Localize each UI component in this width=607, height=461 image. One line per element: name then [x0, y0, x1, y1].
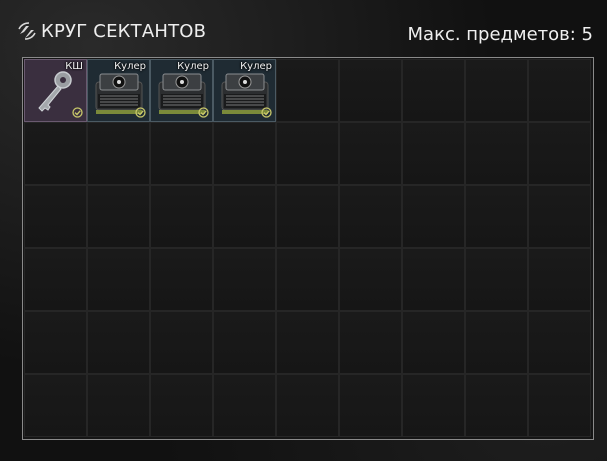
inventory-grid: КШ Кулер Кулер Кулер [24, 59, 591, 437]
empty-slot[interactable] [402, 248, 465, 311]
empty-slot[interactable] [402, 311, 465, 374]
empty-slot[interactable] [465, 122, 528, 185]
empty-slot[interactable] [276, 374, 339, 437]
empty-slot[interactable] [276, 122, 339, 185]
empty-slot[interactable] [402, 122, 465, 185]
empty-slot[interactable] [276, 59, 339, 122]
empty-slot[interactable] [528, 311, 591, 374]
max-items-counter: Макс. предметов: 5 [407, 24, 593, 45]
empty-slot[interactable] [402, 374, 465, 437]
item-slot[interactable]: Кулер [150, 59, 213, 122]
empty-slot[interactable] [150, 374, 213, 437]
empty-slot[interactable] [24, 311, 87, 374]
empty-slot[interactable] [87, 374, 150, 437]
empty-slot[interactable] [213, 248, 276, 311]
empty-slot[interactable] [528, 248, 591, 311]
found-in-raid-check-icon [261, 107, 272, 118]
empty-slot[interactable] [213, 185, 276, 248]
empty-slot[interactable] [465, 248, 528, 311]
empty-slot[interactable] [213, 311, 276, 374]
item-slot[interactable]: Кулер [87, 59, 150, 122]
empty-slot[interactable] [276, 311, 339, 374]
empty-slot[interactable] [150, 248, 213, 311]
item-label: Кулер [240, 61, 272, 72]
empty-slot[interactable] [528, 185, 591, 248]
empty-slot[interactable] [528, 374, 591, 437]
title-wrap: КРУГ СЕКТАНТОВ [16, 20, 206, 42]
empty-slot[interactable] [150, 311, 213, 374]
empty-slot[interactable] [87, 311, 150, 374]
empty-slot[interactable] [465, 59, 528, 122]
empty-slot[interactable] [213, 122, 276, 185]
item-label: КШ [65, 61, 83, 72]
item-slot[interactable]: КШ [24, 59, 87, 122]
found-in-raid-check-icon [72, 107, 83, 118]
empty-slot[interactable] [24, 374, 87, 437]
empty-slot[interactable] [276, 185, 339, 248]
empty-slot[interactable] [24, 185, 87, 248]
empty-slot[interactable] [87, 248, 150, 311]
empty-slot[interactable] [24, 248, 87, 311]
empty-slot[interactable] [339, 59, 402, 122]
empty-slot[interactable] [339, 374, 402, 437]
empty-slot[interactable] [213, 374, 276, 437]
empty-slot[interactable] [339, 311, 402, 374]
empty-slot[interactable] [276, 248, 339, 311]
empty-slot[interactable] [24, 122, 87, 185]
empty-slot[interactable] [150, 122, 213, 185]
item-slot[interactable]: Кулер [213, 59, 276, 122]
empty-slot[interactable] [150, 185, 213, 248]
item-label: Кулер [114, 61, 146, 72]
empty-slot[interactable] [465, 311, 528, 374]
empty-slot[interactable] [339, 248, 402, 311]
empty-slot[interactable] [87, 185, 150, 248]
found-in-raid-check-icon [135, 107, 146, 118]
found-in-raid-check-icon [198, 107, 209, 118]
empty-slot[interactable] [528, 122, 591, 185]
page-title: КРУГ СЕКТАНТОВ [41, 20, 207, 42]
empty-slot[interactable] [402, 185, 465, 248]
item-label: Кулер [177, 61, 209, 72]
empty-slot[interactable] [465, 185, 528, 248]
empty-slot[interactable] [528, 59, 591, 122]
header: КРУГ СЕКТАНТОВ Макс. предметов: 5 [0, 0, 607, 56]
empty-slot[interactable] [87, 122, 150, 185]
empty-slot[interactable] [402, 59, 465, 122]
empty-slot[interactable] [339, 122, 402, 185]
empty-slot[interactable] [339, 185, 402, 248]
empty-slot[interactable] [465, 374, 528, 437]
cultist-circle-icon [18, 22, 36, 40]
